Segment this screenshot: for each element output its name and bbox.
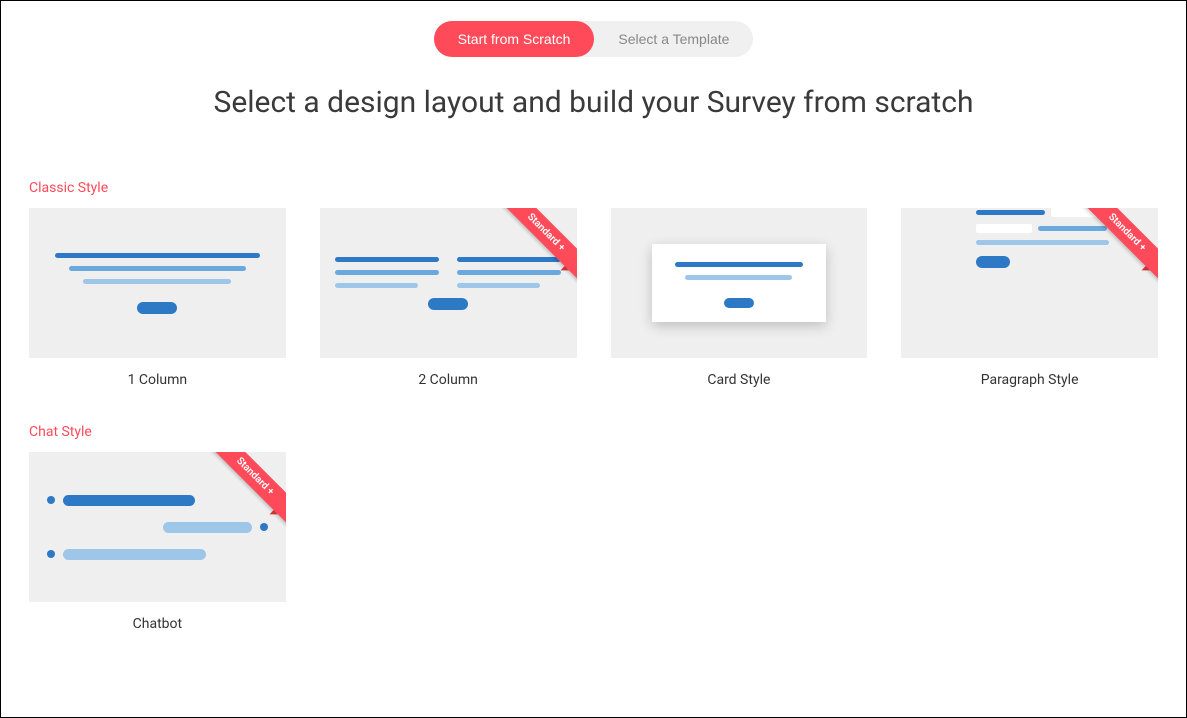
layout-preview	[29, 208, 286, 358]
layout-option-card-style[interactable]: Card Style	[611, 208, 868, 388]
layout-option-2-column[interactable]: Standard + 2 Column	[320, 208, 577, 388]
layout-option-chatbot[interactable]: Standard + Chatbot	[29, 452, 286, 632]
layout-preview: Standard +	[901, 208, 1158, 358]
layout-title: 1 Column	[29, 372, 286, 388]
layout-preview	[611, 208, 868, 358]
layout-title: Paragraph Style	[901, 372, 1158, 388]
tab-start-from-scratch[interactable]: Start from Scratch	[434, 21, 595, 57]
section-label-classic: Classic Style	[29, 180, 1158, 196]
section-label-chat: Chat Style	[29, 424, 1158, 440]
layout-title: Chatbot	[29, 616, 286, 632]
layout-title: Card Style	[611, 372, 868, 388]
tab-switcher: Start from Scratch Select a Template	[29, 21, 1158, 57]
layout-preview: Standard +	[29, 452, 286, 602]
layout-option-1-column[interactable]: 1 Column	[29, 208, 286, 388]
tab-select-template[interactable]: Select a Template	[594, 21, 753, 57]
chat-style-grid: Standard + Chatbot	[29, 452, 1158, 632]
layout-title: 2 Column	[320, 372, 577, 388]
layout-preview: Standard +	[320, 208, 577, 358]
layout-option-paragraph-style[interactable]: Standard + Paragraph Style	[901, 208, 1158, 388]
classic-style-grid: 1 Column Standard +	[29, 208, 1158, 388]
page-title: Select a design layout and build your Su…	[29, 85, 1158, 120]
